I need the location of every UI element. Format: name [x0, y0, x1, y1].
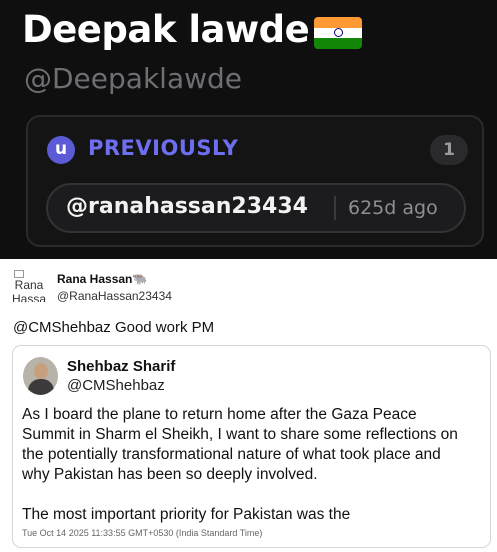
previously-badge-icon: u: [47, 136, 75, 164]
quoted-author-avatar[interactable]: [23, 357, 58, 395]
profile-display-name: Deepak lawde: [22, 8, 310, 51]
profile-panel: Deepak lawde @Deepaklawde u PREVIOUSLY 1…: [0, 0, 497, 259]
tweet-text: @CMShehbaz Good work PM: [13, 319, 215, 336]
previously-box: u PREVIOUSLY 1 @ranahassan23434 625d ago: [26, 115, 484, 247]
india-flag-icon: [314, 17, 362, 49]
previous-handle-pill[interactable]: @ranahassan23434 625d ago: [46, 183, 466, 233]
profile-handle: @Deepaklawde: [24, 62, 242, 95]
pill-divider: [334, 196, 336, 220]
broken-image-icon: [14, 270, 24, 278]
tweet-author-handle[interactable]: @RanaHassan23434: [57, 289, 172, 303]
quoted-text-line: The most important priority for Pakistan…: [22, 506, 351, 523]
previously-count-badge: 1: [430, 135, 468, 165]
quoted-tweet-body: As I board the plane to return home afte…: [22, 405, 487, 525]
avatar-alt-text: Rana Hassan: [12, 278, 46, 302]
quoted-author-handle[interactable]: @CMShehbaz: [67, 377, 165, 394]
quoted-author-name[interactable]: Shehbaz Sharif: [67, 358, 175, 375]
tweet-author-avatar[interactable]: Rana Hassan: [12, 270, 46, 302]
quoted-text-line: As I board the plane to return home afte…: [22, 406, 417, 423]
quoted-text-line: why Pakistan has been so deeply involved…: [22, 466, 318, 483]
quoted-text-line: Summit in Sharm el Sheikh, I want to sha…: [22, 426, 458, 443]
quoted-tweet-card[interactable]: Shehbaz Sharif @CMShehbaz As I board the…: [12, 345, 491, 548]
tweet-author-name[interactable]: Rana Hassan🐃: [57, 272, 147, 286]
previously-label: PREVIOUSLY: [88, 136, 239, 160]
previous-handle: @ranahassan23434: [66, 194, 308, 219]
previous-handle-age: 625d ago: [348, 197, 438, 219]
quoted-text-line: the potentially transformational nature …: [22, 446, 441, 463]
quoted-tweet-timestamp: Tue Oct 14 2025 11:33:55 GMT+0530 (India…: [22, 528, 263, 538]
